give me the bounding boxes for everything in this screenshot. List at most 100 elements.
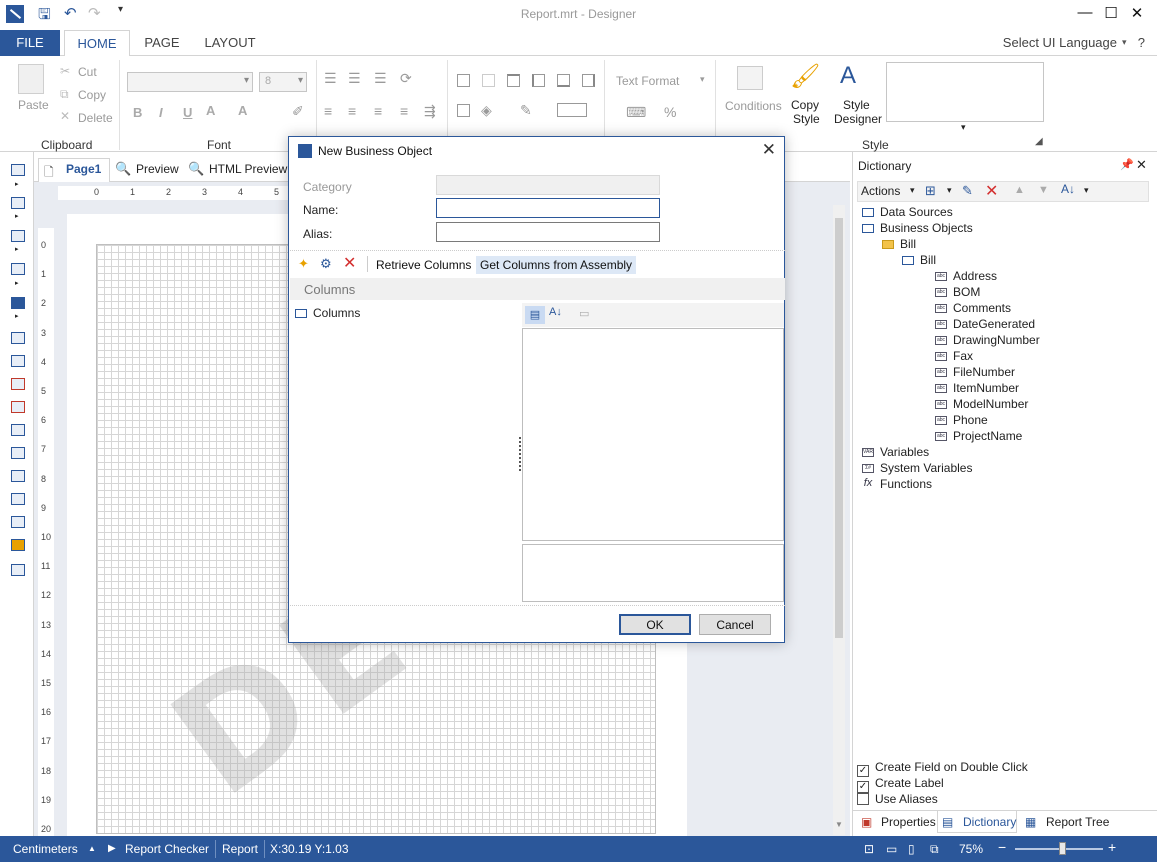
picture-tool-icon[interactable] — [11, 516, 25, 528]
tree-item[interactable]: abc Comments — [935, 301, 1011, 315]
font-name-combo[interactable] — [127, 72, 253, 92]
components-icon[interactable] — [11, 230, 25, 242]
band-icon[interactable] — [11, 164, 25, 176]
tab-page[interactable]: PAGE — [136, 30, 188, 57]
italic-button[interactable]: I — [159, 105, 163, 120]
new-calculated-column-icon[interactable]: ⚙ — [320, 256, 332, 272]
cancel-button[interactable]: Cancel — [699, 614, 771, 635]
tab-page1-label[interactable]: Page1 — [66, 162, 101, 176]
splitter-handle[interactable] — [519, 437, 521, 471]
tree-item[interactable]: abc DrawingNumber — [935, 333, 1040, 347]
tab-dictionary-label[interactable]: Dictionary — [963, 815, 1016, 829]
use-aliases-option[interactable]: Use Aliases — [857, 792, 938, 806]
fit-page-icon[interactable]: ⊡ — [864, 842, 874, 856]
columns-tree-item[interactable]: Columns — [295, 306, 360, 320]
create-label-option[interactable]: ✓ Create Label — [857, 776, 944, 793]
one-page-icon[interactable]: ▭ — [886, 842, 897, 856]
dialog-close-button[interactable]: ✕ — [762, 140, 776, 160]
close-button[interactable]: ✕ — [1125, 4, 1149, 22]
border-style-icon[interactable] — [457, 104, 470, 117]
get-columns-assembly-button[interactable]: Get Columns from Assembly — [476, 256, 637, 274]
categorized-icon[interactable]: ▤ — [525, 306, 545, 324]
expand-arrow-icon[interactable]: ▸ — [15, 279, 19, 287]
name-field[interactable] — [436, 198, 660, 218]
conditions-button[interactable]: Conditions — [725, 99, 782, 113]
border-bottom-icon[interactable] — [557, 74, 570, 87]
rotate-icon[interactable]: ⟳ — [400, 70, 412, 87]
tree-item[interactable]: fx Functions — [862, 477, 932, 491]
expand-arrow-icon[interactable]: ▸ — [15, 312, 19, 320]
border-none-icon[interactable] — [482, 74, 495, 87]
move-up-icon[interactable]: ▲ — [1014, 184, 1025, 196]
tab-properties[interactable]: Properties — [881, 815, 936, 829]
chevron-down-icon[interactable]: ▾ — [910, 185, 915, 196]
tree-item[interactable]: abc Phone — [935, 413, 988, 427]
new-column-icon[interactable]: ✦ — [298, 256, 309, 272]
chevron-down-icon[interactable]: ▾ — [700, 74, 705, 85]
underline-button[interactable]: U — [183, 105, 192, 120]
tab-preview[interactable]: Preview — [136, 162, 179, 176]
style-designer-button[interactable]: Style — [843, 98, 870, 112]
cross-band-icon[interactable] — [11, 197, 25, 209]
tab-html-preview[interactable]: HTML Preview — [209, 162, 287, 176]
check-box-tool-icon[interactable] — [11, 493, 25, 505]
bold-button[interactable]: B — [133, 105, 142, 120]
delete-button[interactable]: Delete — [78, 111, 113, 125]
tree-item[interactable]: abc ItemNumber — [935, 381, 1019, 395]
text-in-cells-icon[interactable] — [11, 401, 25, 413]
tree-item[interactable]: abc ProjectName — [935, 429, 1022, 443]
chevron-down-icon[interactable]: ▾ — [947, 185, 952, 196]
paste-button[interactable]: Paste — [18, 98, 49, 112]
retrieve-columns-button[interactable]: Retrieve Columns — [372, 256, 475, 274]
table-tool-icon[interactable] — [11, 470, 25, 482]
tree-item[interactable]: abc Address — [935, 269, 997, 283]
tools-icon[interactable] — [11, 564, 25, 576]
tree-item[interactable]: VAR Variables — [862, 445, 929, 459]
edit-icon[interactable]: ✎ — [962, 183, 973, 199]
fill-color-icon[interactable]: ◈ — [481, 102, 492, 119]
panel-icon[interactable] — [11, 424, 25, 436]
justify-icon[interactable]: ≡ — [400, 103, 408, 119]
delete-column-icon[interactable]: ✕ — [343, 253, 356, 273]
tree-item[interactable]: abc Fax — [935, 349, 973, 363]
zoom-pages-icon[interactable]: ⧉ — [930, 842, 939, 857]
sub-report-icon[interactable] — [11, 447, 25, 459]
format-percent-icon[interactable]: % — [664, 104, 676, 120]
eraser-icon[interactable]: ✐ — [292, 103, 304, 120]
font-size-combo[interactable]: 8 — [259, 72, 307, 92]
text-format-combo[interactable]: Text Format — [616, 74, 679, 88]
tree-item[interactable]: abc BOM — [935, 285, 980, 299]
maximize-button[interactable]: ☐ — [1099, 4, 1123, 22]
scrollbar-thumb[interactable] — [835, 218, 843, 638]
style-gallery[interactable] — [886, 62, 1044, 122]
sort-icon[interactable]: A↓ — [1061, 182, 1075, 196]
tree-item[interactable]: Bill — [882, 237, 916, 251]
align-top-icon[interactable]: ☰ — [324, 70, 337, 87]
expand-arrow-icon[interactable]: ▸ — [15, 180, 19, 188]
alias-field[interactable] — [436, 222, 660, 242]
ok-button[interactable]: OK — [619, 614, 691, 635]
align-left-icon[interactable]: ≡ — [324, 103, 332, 119]
copy-style-button[interactable]: Copy — [791, 98, 819, 112]
border-all-icon[interactable] — [457, 74, 470, 87]
create-field-option[interactable]: ✓ Create Field on Double Click — [857, 760, 1028, 777]
page-width-icon[interactable]: ▯ — [908, 842, 915, 856]
chevron-down-icon[interactable]: ▾ — [1084, 185, 1089, 196]
checkbox[interactable] — [857, 793, 869, 805]
border-width-icon[interactable] — [557, 103, 587, 117]
actions-menu[interactable]: Actions — [861, 184, 900, 198]
align-bottom-icon[interactable]: ☰ — [374, 70, 387, 87]
word-wrap-icon[interactable]: ⇶ — [424, 103, 436, 120]
grow-font-button[interactable]: A — [238, 103, 247, 118]
tab-layout[interactable]: LAYOUT — [198, 30, 262, 57]
property-grid[interactable] — [522, 328, 784, 541]
zoom-in-icon[interactable]: + — [1108, 839, 1116, 855]
format-icon[interactable]: ⌨ — [626, 104, 646, 121]
pin-icon[interactable]: 📌 — [1120, 158, 1134, 171]
font-color-button[interactable]: A — [206, 103, 215, 118]
chevron-down-icon[interactable]: ▾ — [1122, 37, 1127, 48]
chevron-up-icon[interactable]: ▲ — [88, 844, 96, 853]
tree-item[interactable]: abc ModelNumber — [935, 397, 1028, 411]
move-down-icon[interactable]: ▼ — [1038, 184, 1049, 196]
tab-report-tree[interactable]: Report Tree — [1046, 815, 1109, 829]
